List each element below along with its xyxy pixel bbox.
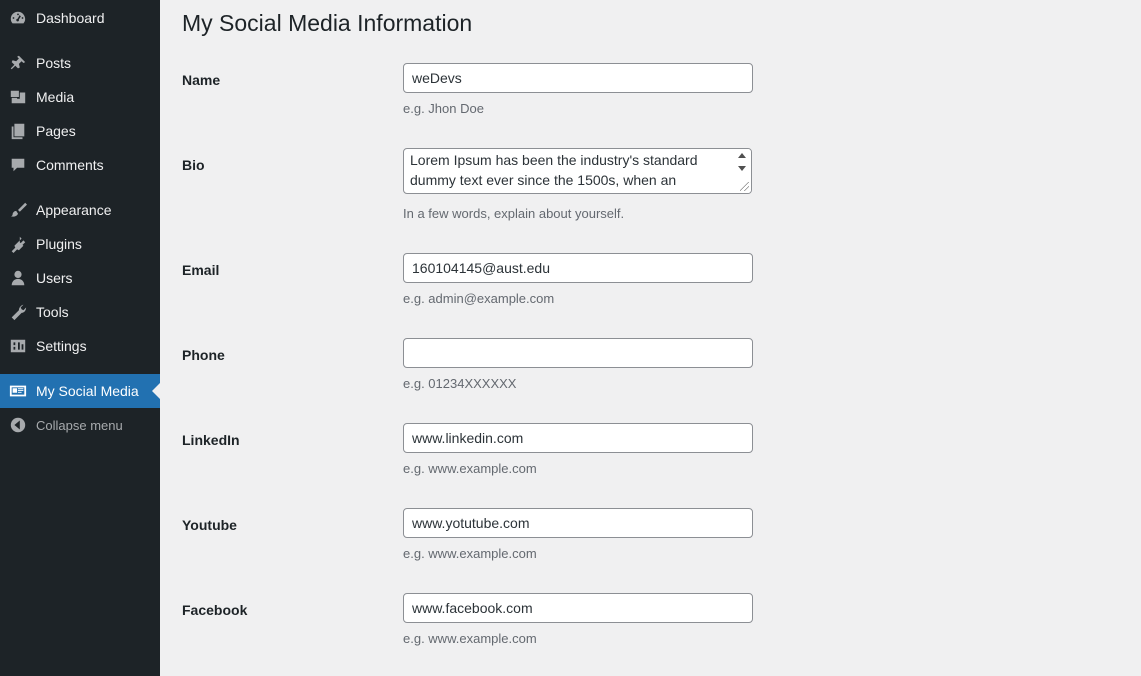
bio-textarea[interactable]: Lorem Ipsum has been the industry's stan… [404,149,734,193]
bio-label: Bio [182,157,205,173]
sidebar-item-label: Posts [36,55,72,71]
plug-icon [8,234,28,254]
sidebar-item-label: Appearance [36,202,112,218]
facebook-label: Facebook [182,602,248,618]
sidebar-item-users[interactable]: Users [0,261,160,295]
email-hint: e.g. admin@example.com [403,291,555,306]
media-icon [8,87,28,107]
sidebar-item-my-social-media[interactable]: My Social Media [0,374,160,408]
admin-menu: Dashboard Posts Media Pages Comments App… [0,0,160,442]
collapse-icon [8,415,28,435]
id-card-icon [8,381,28,401]
sidebar-item-posts[interactable]: Posts [0,46,160,80]
sidebar-item-label: Users [36,270,73,286]
name-hint: e.g. Jhon Doe [403,101,484,116]
sidebar-item-comments[interactable]: Comments [0,148,160,182]
sidebar-item-appearance[interactable]: Appearance [0,193,160,227]
resize-grip-icon[interactable] [740,182,749,191]
sidebar-item-settings[interactable]: Settings [0,329,160,363]
sidebar-item-label: Collapse menu [36,417,123,433]
menu-separator [0,182,160,193]
phone-input[interactable] [403,338,753,368]
menu-separator [0,363,160,374]
sidebar-item-plugins[interactable]: Plugins [0,227,160,261]
youtube-hint: e.g. www.example.com [403,546,537,561]
linkedin-label: LinkedIn [182,432,240,448]
main-content: My Social Media Information Name e.g. Jh… [160,0,1141,676]
phone-hint: e.g. 01234XXXXXX [403,376,517,391]
pages-icon [8,121,28,141]
name-input[interactable] [403,63,753,93]
admin-sidebar: Dashboard Posts Media Pages Comments App… [0,0,160,676]
settings-icon [8,336,28,356]
wrench-icon [8,302,28,322]
sidebar-item-label: Settings [36,338,87,354]
scroll-down-arrow-icon[interactable] [738,166,746,171]
bio-hint: In a few words, explain about yourself. [403,206,625,221]
collapse-menu-button[interactable]: Collapse menu [0,408,160,442]
facebook-input[interactable] [403,593,753,623]
page-title: My Social Media Information [182,10,473,36]
scroll-up-arrow-icon[interactable] [738,153,746,158]
sidebar-item-label: Pages [36,123,76,139]
comment-icon [8,155,28,175]
brush-icon [8,200,28,220]
phone-label: Phone [182,347,225,363]
sidebar-item-dashboard[interactable]: Dashboard [0,1,160,35]
youtube-input[interactable] [403,508,753,538]
youtube-label: Youtube [182,517,237,533]
email-input[interactable] [403,253,753,283]
dashboard-icon [8,8,28,28]
bio-textarea-wrapper: Lorem Ipsum has been the industry's stan… [403,148,752,194]
sidebar-item-label: Media [36,89,75,105]
sidebar-item-media[interactable]: Media [0,80,160,114]
sidebar-item-tools[interactable]: Tools [0,295,160,329]
sidebar-item-label: Tools [36,304,69,320]
sidebar-item-label: Plugins [36,236,82,252]
linkedin-hint: e.g. www.example.com [403,461,537,476]
sidebar-item-pages[interactable]: Pages [0,114,160,148]
pin-icon [8,53,28,73]
menu-separator [0,35,160,46]
sidebar-item-label: Dashboard [36,10,105,26]
linkedin-input[interactable] [403,423,753,453]
email-label: Email [182,262,220,278]
name-label: Name [182,72,221,88]
sidebar-item-label: Comments [36,157,104,173]
sidebar-item-label: My Social Media [36,383,139,399]
user-icon [8,268,28,288]
facebook-hint: e.g. www.example.com [403,631,537,646]
